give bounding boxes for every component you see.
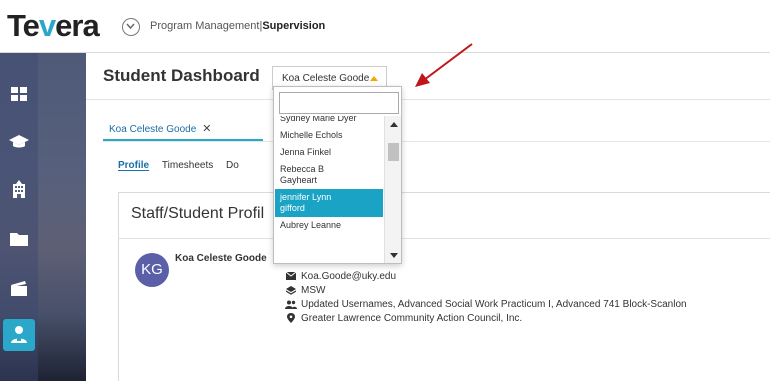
dropdown-option-selected[interactable]: jennifer Lynn gifford [275, 189, 383, 217]
tab-timesheets[interactable]: Timesheets [162, 160, 213, 171]
dropdown-option[interactable]: Jenna Finkel [275, 144, 383, 161]
agency-value: Greater Lawrence Community Action Counci… [301, 312, 523, 324]
divider [119, 238, 770, 239]
dropdown-option[interactable]: Rebecca B Gayheart [275, 161, 383, 189]
student-select-value: Koa Celeste Goode [282, 73, 370, 84]
dropdown-option[interactable]: Sydney Marie Dyer [275, 116, 383, 127]
divider [86, 99, 770, 100]
close-icon[interactable]: ✕ [202, 123, 211, 135]
scroll-up-icon[interactable] [390, 122, 398, 127]
groups-value: Updated Usernames, Advanced Social Work … [301, 298, 687, 310]
folder-icon[interactable] [8, 228, 30, 250]
email-value[interactable]: Koa.Goode@uky.edu [301, 271, 396, 282]
users-icon [285, 300, 297, 309]
divider [103, 141, 770, 142]
tab-documents[interactable]: Do [226, 160, 239, 171]
sidebar [0, 53, 86, 381]
groups-row: Updated Usernames, Advanced Social Work … [285, 297, 687, 311]
dropdown-search-input[interactable] [279, 92, 399, 114]
dropdown-options: Sydney Marie Dyer Michelle Echols Jenna … [275, 116, 383, 263]
tab-profile[interactable]: Profile [118, 160, 149, 171]
map-marker-icon [285, 313, 297, 323]
breadcrumb: Program Management|Supervision [150, 20, 325, 32]
student-name: Koa Celeste Goode [175, 253, 267, 264]
red-arrow-icon [415, 43, 473, 87]
user-badge-icon[interactable] [3, 319, 35, 351]
scroll-thumb[interactable] [388, 143, 399, 161]
envelope-icon [285, 272, 297, 280]
degree-value: MSW [301, 284, 326, 296]
agency-row: Greater Lawrence Community Action Counci… [285, 311, 687, 325]
subtabs: Profile Timesheets Do [118, 160, 249, 171]
profile-card: Staff/Student Profil KG Koa Celeste Good… [118, 192, 770, 381]
student-tab-label: Koa Celeste Goode [109, 124, 197, 135]
clapperboard-icon[interactable] [8, 277, 30, 299]
card-title: Staff/Student Profil [131, 205, 265, 222]
top-header: Tevera Program Management|Supervision [0, 0, 770, 53]
tevera-logo[interactable]: Tevera [7, 8, 100, 44]
building-icon[interactable] [8, 179, 30, 201]
caret-up-icon [370, 76, 378, 81]
avatar: KG [135, 253, 169, 287]
student-tab[interactable]: Koa Celeste Goode ✕ [109, 122, 212, 135]
layers-icon [285, 285, 297, 295]
dropdown-option[interactable]: Aubrey Leanne [275, 217, 383, 234]
student-dropdown: Sydney Marie Dyer Michelle Echols Jenna … [273, 86, 402, 264]
dashboard-grid-icon[interactable] [8, 83, 30, 105]
dropdown-option[interactable]: Michelle Echols [275, 127, 383, 144]
page-title: Student Dashboard [103, 66, 260, 85]
profile-details: Koa.Goode@uky.edu MSW Updated Usernames,… [285, 269, 687, 325]
nav-chevron-down-icon[interactable] [122, 18, 140, 36]
degree-row: MSW [285, 283, 687, 297]
breadcrumb-section[interactable]: Program Management [150, 20, 259, 32]
graduation-cap-icon[interactable] [8, 131, 30, 153]
breadcrumb-current: Supervision [262, 20, 326, 32]
dropdown-scrollbar[interactable] [384, 116, 401, 263]
email-row: Koa.Goode@uky.edu [285, 269, 687, 283]
scroll-down-icon[interactable] [390, 253, 398, 258]
